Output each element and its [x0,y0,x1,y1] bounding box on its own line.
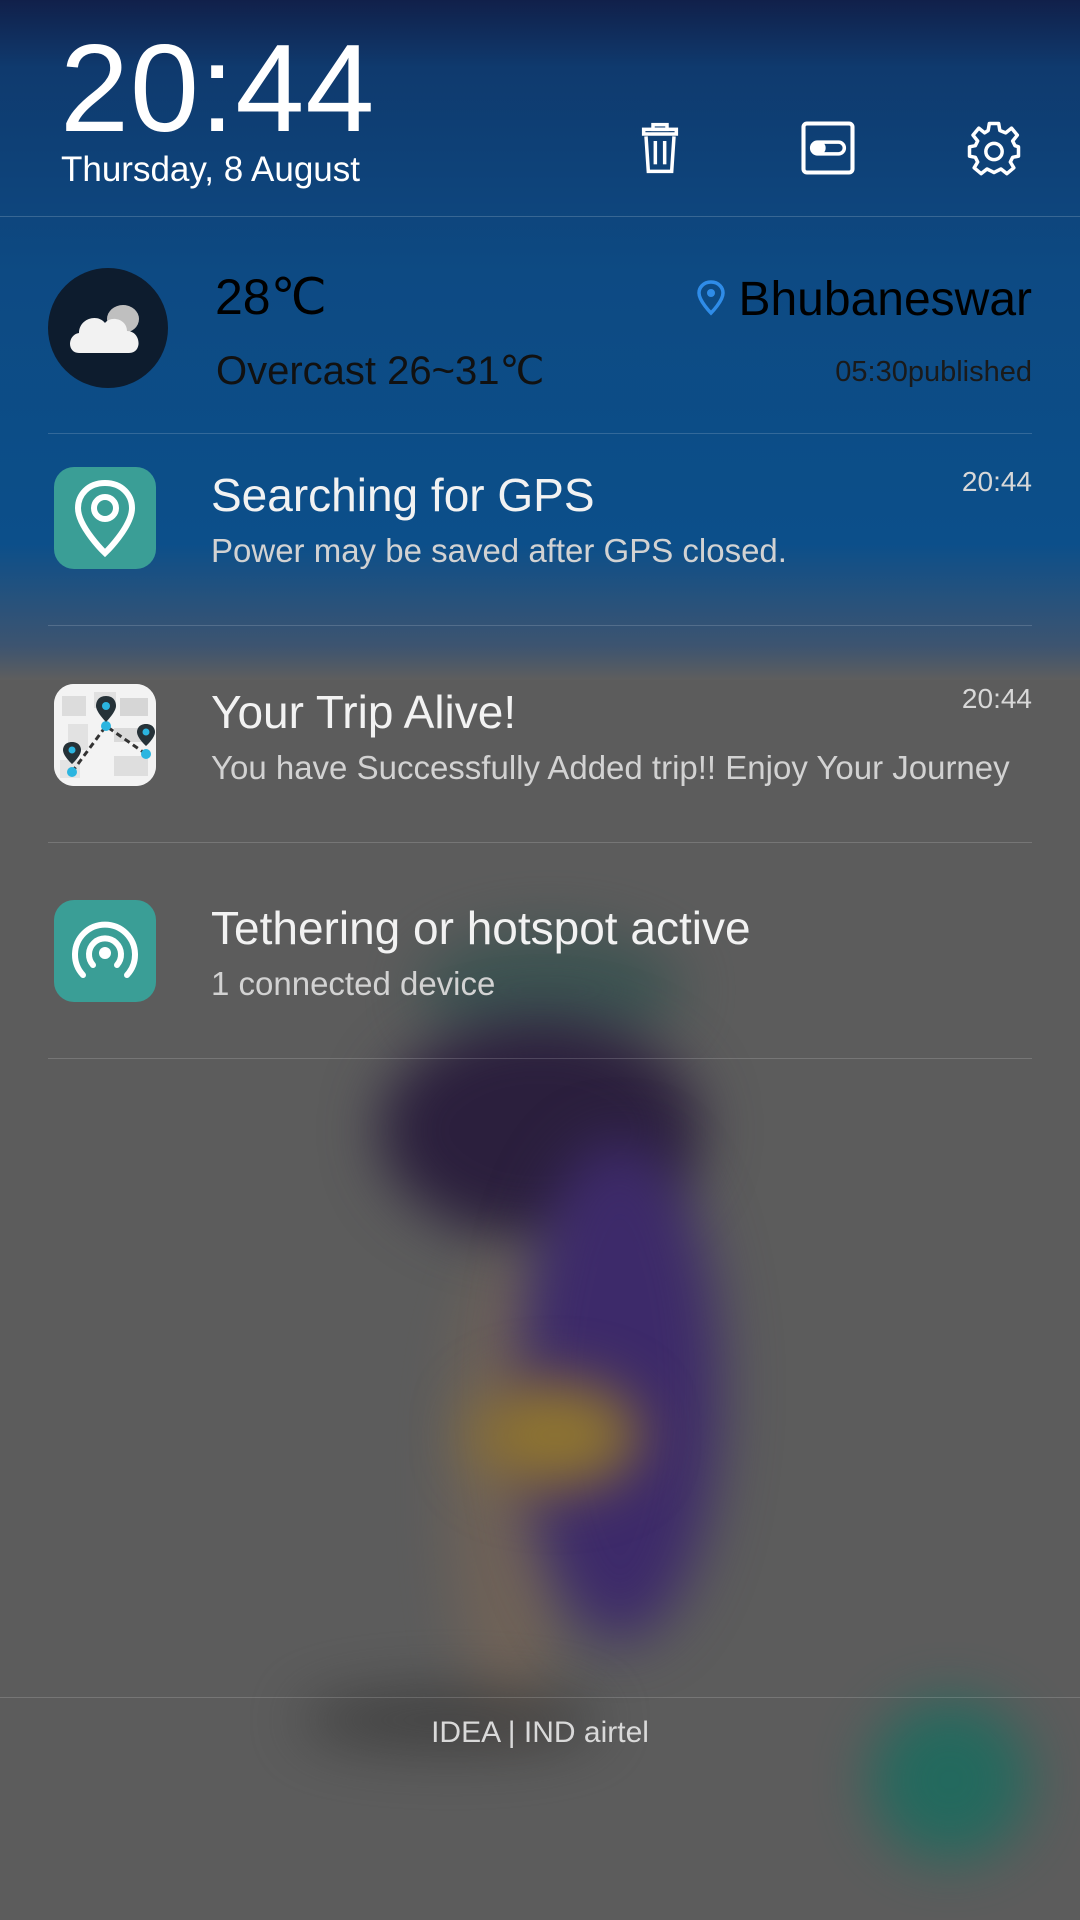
notification-time: 20:44 [961,466,1032,497]
notification-time: 20:44 [961,683,1032,714]
notification-gps[interactable]: Searching for GPS Power may be saved aft… [0,436,1080,626]
divider [48,433,1032,434]
notification-body: Power may be saved after GPS closed. [211,532,787,569]
notification-title: Tethering or hotspot active [211,902,751,954]
weather-condition: Overcast 26~31℃ [216,349,545,393]
notification-title: Your Trip Alive! [211,686,517,738]
cloud-icon [48,268,168,388]
location-pin-icon [54,467,156,569]
divider [48,1058,1032,1059]
date: Thursday, 8 August [61,150,360,189]
divider [48,842,1032,843]
settings-button[interactable] [964,118,1024,178]
carrier-divider [0,1697,1080,1698]
display-toggle-button[interactable] [798,118,858,178]
wallpaper-blur [470,1380,640,1490]
notification-hotspot[interactable]: Tethering or hotspot active 1 connected … [0,869,1080,1059]
notification-body: You have Successfully Added trip!! Enjoy… [211,749,1010,786]
gear-icon [967,121,1021,176]
notification-body: 1 connected device [211,965,496,1002]
divider [48,625,1032,626]
notification-trip[interactable]: Your Trip Alive! You have Successfully A… [0,653,1080,843]
header-divider [0,216,1080,217]
clear-all-button[interactable] [630,118,690,178]
trash-icon [641,122,679,174]
location-icon [697,280,725,316]
weather-published-time: 05:30published [835,356,1032,388]
weather-location: Bhubaneswar [738,273,1032,326]
clock: 20:44 [60,20,376,158]
notification-title: Searching for GPS [211,469,595,521]
toggle-icon [801,121,855,175]
trip-map-icon [54,684,156,786]
hotspot-icon [54,900,156,1002]
carrier-label: IDEA | IND airtel [431,1716,649,1749]
temperature: 28℃ [215,269,327,325]
